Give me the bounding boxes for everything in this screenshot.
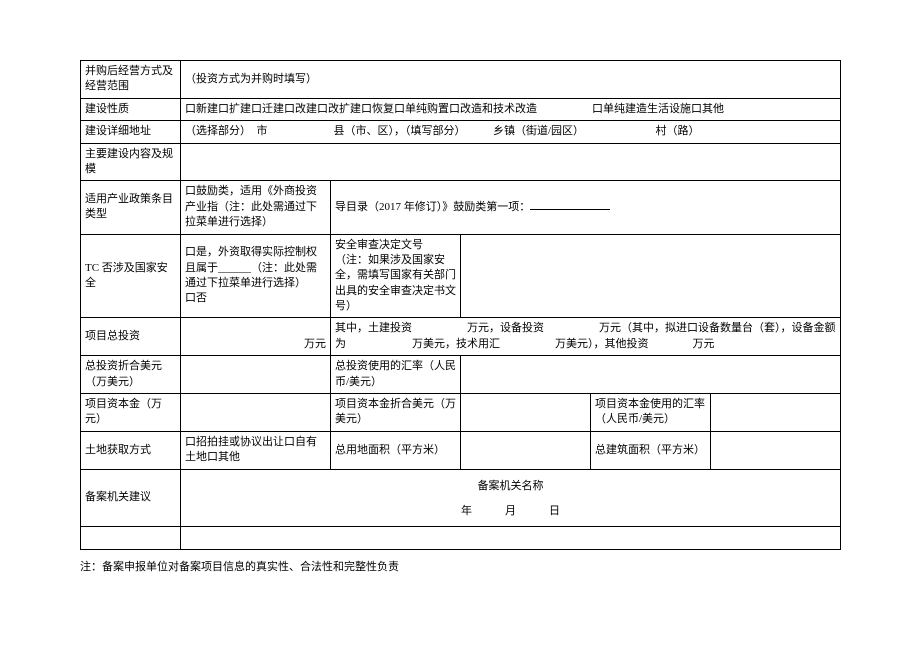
label-address: 建设详细地址 [81,121,181,143]
label-capital: 项目资本金（万元） [81,394,181,432]
value-capital-usd [461,394,591,432]
row-total-usd: 总投资折合美元（万美元） 总投资使用的汇率（人民币/美元） [81,356,841,394]
value-total-usd-1 [181,356,331,394]
row-capital: 项目资本金（万元） 项目资本金折合美元（万美元） 项目资本金使用的汇率（人民币/… [81,394,841,432]
value-capital-1 [181,394,331,432]
row-total-investment: 项目总投资 万元 其中，土建投资 万元，设备投资 万元（其中，拟进口设备数量台（… [81,318,841,356]
filing-authority-name: 备案机关名称 [185,473,836,500]
value-building-area [711,431,841,469]
label-filing-authority: 备案机关建议 [81,469,181,527]
row-address: 建设详细地址 （选择部分） 市 县（市、区），（填写部分） 乡镇（街道/园区） … [81,121,841,143]
label-main-content: 主要建设内容及规模 [81,143,181,181]
value-address: （选择部分） 市 县（市、区），（填写部分） 乡镇（街道/园区） 村（路） [181,121,841,143]
value-total-usd-rate [461,356,841,394]
value-national-security-1: 口是，外资取得实际控制权且属于______（注：此处需通过下拉菜单进行选择） 口… [181,234,331,318]
row-land: 土地获取方式 口招拍挂或协议出让口自有土地口其他 总用地面积（平方米） 总建筑面… [81,431,841,469]
label-industry-policy: 适用产业政策条目类型 [81,181,181,234]
row-main-content: 主要建设内容及规模 [81,143,841,181]
row-merger-scope: 并购后经营方式及经营范围 （投资方式为并购时填写） [81,61,841,99]
value-main-content [181,143,841,181]
value-capital-rate [711,394,841,432]
label-total-usd: 总投资折合美元（万美元） [81,356,181,394]
label-capital-usd: 项目资本金折合美元（万美元） [331,394,461,432]
value-total-investment-1: 万元 [181,318,331,356]
row-national-security: TC 否涉及国家安全 口是，外资取得实际控制权且属于______（注：此处需通过… [81,234,841,318]
form-table: 并购后经营方式及经营范围 （投资方式为并购时填写） 建设性质 口新建口扩建口迁建… [80,60,841,550]
value-filing-authority: 备案机关名称 年 月 日 [181,469,841,527]
footnote: 注：备案申报单位对备案项目信息的真实性、合法性和完整性负责 [80,558,840,574]
label-land-area: 总用地面积（平方米） [331,431,461,469]
label-building-area: 总建筑面积（平方米） [591,431,711,469]
blank-underline [530,200,610,210]
label-construction-nature: 建设性质 [81,98,181,120]
blank-value [181,527,841,549]
row-blank [81,527,841,549]
value-national-security-2: 安全审查决定文号 （注：如果涉及国家安全，需填写国家有关部门出具的安全审查决定书… [331,234,461,318]
label-total-usd-rate: 总投资使用的汇率（人民币/美元） [331,356,461,394]
row-filing-authority: 备案机关建议 备案机关名称 年 月 日 [81,469,841,527]
value-land-method: 口招拍挂或协议出让口自有土地口其他 [181,431,331,469]
label-land: 土地获取方式 [81,431,181,469]
value-total-investment-2: 其中，土建投资 万元，设备投资 万元（其中，拟进口设备数量台（套），设备金额为 … [331,318,841,356]
text-industry-policy-2: 导目录（2017 年修订）》鼓励类第一项： [335,201,530,213]
label-capital-rate: 项目资本金使用的汇率（人民币/美元） [591,394,711,432]
label-merger-scope: 并购后经营方式及经营范围 [81,61,181,99]
filing-date: 年 月 日 [185,500,836,523]
value-land-area [461,431,591,469]
value-national-security-3 [461,234,841,318]
label-total-investment: 项目总投资 [81,318,181,356]
label-national-security: TC 否涉及国家安全 [81,234,181,318]
value-merger-scope: （投资方式为并购时填写） [181,61,841,99]
value-construction-nature: 口新建口扩建口迁建口改建口改扩建口恢复口单纯购置口改造和技术改造 口单纯建造生活… [181,98,841,120]
blank-label [81,527,181,549]
row-construction-nature: 建设性质 口新建口扩建口迁建口改建口改扩建口恢复口单纯购置口改造和技术改造 口单… [81,98,841,120]
row-industry-policy: 适用产业政策条目类型 口鼓励类，适用《外商投资产业指（注：此处需通过下拉菜单进行… [81,181,841,234]
value-industry-policy-2: 导目录（2017 年修订）》鼓励类第一项： [331,181,841,234]
value-industry-policy-1: 口鼓励类，适用《外商投资产业指（注：此处需通过下拉菜单进行选择） [181,181,331,234]
